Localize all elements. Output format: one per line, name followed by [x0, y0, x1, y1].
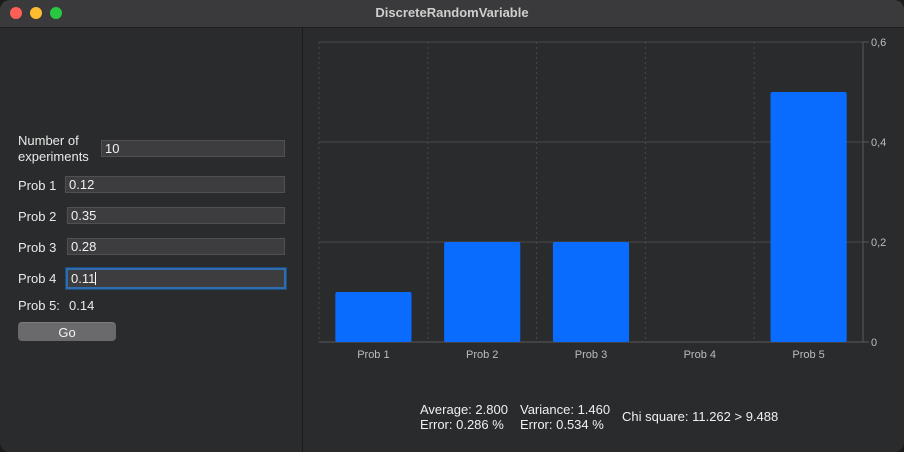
prob1-label: Prob 1 — [18, 178, 57, 193]
prob3-label: Prob 3 — [18, 240, 57, 255]
app-window: DiscreteRandomVariable Number of experim… — [0, 0, 904, 452]
go-button[interactable]: Go — [18, 322, 116, 341]
prob4-value: 0.11 — [71, 271, 96, 286]
window-title: DiscreteRandomVariable — [375, 5, 529, 20]
text-caret — [95, 272, 97, 285]
average-text: Average: 2.800 — [420, 402, 508, 417]
prob4-input[interactable]: 0.11 — [66, 268, 286, 289]
bar-5 — [770, 92, 847, 342]
chi-square-text: Chi square: 11.262 > 9.488 — [622, 409, 779, 424]
prob5-value: 0.14 — [69, 298, 95, 313]
prob1-input[interactable]: 0.12 — [65, 176, 285, 193]
x-tick-label: Prob 2 — [466, 349, 498, 361]
bar-2 — [444, 242, 521, 342]
x-tick-label: Prob 1 — [357, 349, 389, 361]
probability-bar-chart: 0 0,2 0,4 0,6 Prob 1 Prob 2 Prob 3 Prob 4 Prob 5 — [318, 37, 886, 361]
y-tick-label: 0,6 — [871, 37, 886, 49]
experiments-label: Number of experiments — [18, 133, 89, 164]
x-tick-label: Prob 4 — [684, 349, 716, 361]
title-bar: DiscreteRandomVariable — [0, 0, 904, 28]
experiments-input[interactable]: 10 — [101, 140, 285, 157]
variance-error-text: Error: 0.534 % — [520, 417, 604, 432]
bar-3 — [552, 242, 630, 342]
bar-1 — [335, 292, 412, 342]
variance-text: Variance: 1.460 — [520, 402, 611, 417]
y-tick-label: 0,4 — [871, 137, 886, 149]
x-tick-label: Prob 3 — [575, 349, 607, 361]
average-error-text: Error: 0.286 % — [420, 417, 504, 432]
input-panel: Number of experiments 10 Prob 1 0.12 Pro… — [0, 28, 303, 452]
prob5-label: Prob 5: — [18, 298, 60, 313]
x-tick-label: Prob 5 — [792, 349, 824, 361]
variance-stats: Variance: 1.460 Error: 0.534 % — [520, 402, 610, 432]
prob2-label: Prob 2 — [18, 209, 57, 224]
prob3-input[interactable]: 0.28 — [67, 238, 285, 255]
y-tick-label: 0 — [871, 337, 877, 349]
y-tick-label: 0,2 — [871, 237, 886, 249]
average-stats: Average: 2.800 Error: 0.286 % — [420, 402, 508, 432]
prob2-input[interactable]: 0.35 — [67, 207, 285, 224]
prob4-label: Prob 4 — [18, 271, 57, 286]
